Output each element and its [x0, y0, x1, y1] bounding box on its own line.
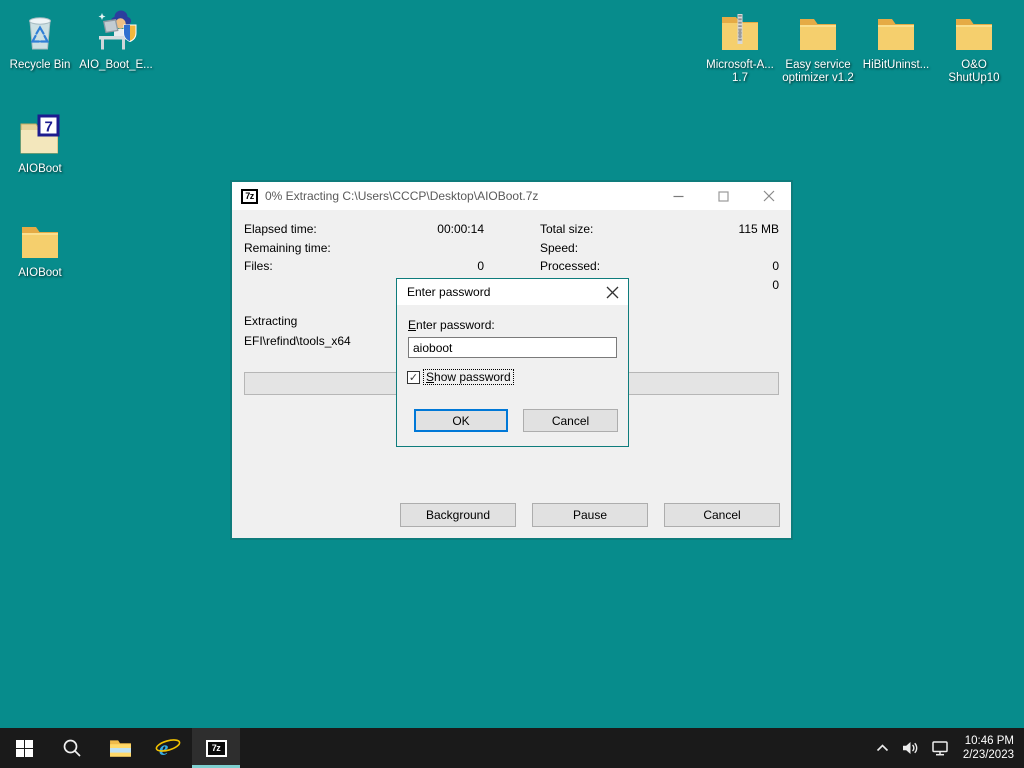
folder-icon	[854, 6, 938, 54]
internet-explorer-icon: e	[155, 736, 181, 760]
show-password-checkbox[interactable]	[407, 371, 420, 384]
taskbar: e 7z 10:46 PM 2/23/2023	[0, 728, 1024, 768]
close-icon	[763, 190, 775, 202]
stat-total-size-label: Total size:	[540, 222, 660, 236]
cancel-dialog-button[interactable]: Cancel	[523, 409, 618, 432]
stat-processed-value: 0	[660, 259, 779, 273]
svg-text:e: e	[159, 736, 168, 760]
search-icon	[62, 738, 82, 758]
show-password-label[interactable]: Show password	[424, 370, 513, 384]
password-input[interactable]	[408, 337, 617, 358]
ok-button[interactable]: OK	[414, 409, 508, 432]
tray-date: 2/23/2023	[963, 748, 1014, 762]
chevron-up-icon	[876, 744, 889, 752]
desktop-icon-aioboot-archive[interactable]: 7 AIOBoot	[0, 110, 82, 176]
dialog-close-button[interactable]	[596, 279, 628, 305]
desktop-icon-oo-shutup10[interactable]: O&O ShutUp10	[932, 6, 1016, 85]
desktop-icon-aio-boot-extractor[interactable]: AIO_Boot_E...	[74, 6, 158, 72]
network-icon	[932, 741, 950, 756]
aio-boot-app-icon	[74, 6, 158, 54]
tray-time: 10:46 PM	[963, 734, 1014, 748]
desktop-icon-hibit-uninstaller[interactable]: HiBitUninst...	[854, 6, 938, 72]
stat-elapsed-value: 00:00:14	[372, 222, 484, 236]
stat-remaining-label: Remaining time:	[244, 241, 372, 255]
desktop-icon-label: AIO_Boot_E...	[74, 59, 158, 72]
7z-archive-folder-icon: 7	[0, 110, 82, 158]
volume-icon	[902, 741, 919, 755]
stat-files-value: 0	[372, 259, 484, 273]
folder-icon	[932, 6, 1016, 54]
background-button[interactable]: Background	[400, 503, 516, 527]
desktop-icon-label-line2: optimizer v1.2	[776, 72, 860, 85]
stat-elapsed-label: Elapsed time:	[244, 222, 372, 236]
svg-text:7: 7	[45, 119, 53, 136]
start-icon	[16, 740, 33, 757]
stat-speed-label: Speed:	[540, 241, 660, 255]
desktop-icon-label-line1: Easy service	[776, 59, 860, 72]
window-title: 0% Extracting C:\Users\CCCP\Desktop\AIOB…	[265, 189, 538, 203]
taskbar-seven-zip-button[interactable]: 7z	[192, 728, 240, 768]
tray-network-button[interactable]	[932, 741, 950, 756]
dialog-title: Enter password	[407, 285, 490, 299]
taskbar-file-explorer-button[interactable]	[96, 728, 144, 768]
desktop-icon-label-line2: 1.7	[698, 72, 782, 85]
stat-files-label: Files:	[244, 259, 372, 273]
desktop-icon-label: Recycle Bin	[0, 59, 82, 72]
dialog-titlebar[interactable]: Enter password	[397, 279, 628, 305]
tray-clock[interactable]: 10:46 PM 2/23/2023	[963, 734, 1014, 762]
stat-total-size-value: 115 MB	[660, 222, 779, 236]
stat-processed-label: Processed:	[540, 259, 660, 273]
window-titlebar[interactable]: 7z 0% Extracting C:\Users\CCCP\Desktop\A…	[232, 182, 791, 210]
stat-compressed-value: 0	[660, 278, 779, 292]
desktop-icon-label-line1: Microsoft-A...	[698, 59, 782, 72]
desktop-icon-recycle-bin[interactable]: Recycle Bin	[0, 6, 82, 72]
password-field-label: Enter password:	[408, 318, 495, 332]
desktop-icon-label-line1: HiBitUninst...	[854, 59, 938, 72]
zip-folder-icon	[698, 6, 782, 54]
seven-zip-icon: 7z	[206, 740, 227, 757]
taskbar-search-button[interactable]	[48, 728, 96, 768]
desktop-icon-aioboot-folder[interactable]: AIOBoot	[0, 214, 82, 280]
tray-chevron-up-button[interactable]	[876, 744, 889, 752]
desktop-icon-label-line2: ShutUp10	[932, 72, 1016, 85]
close-icon	[606, 286, 619, 299]
tray-volume-button[interactable]	[902, 741, 919, 755]
file-explorer-icon	[109, 739, 132, 758]
start-button[interactable]	[0, 728, 48, 768]
enter-password-dialog: Enter password Enter password: Show pass…	[396, 278, 629, 447]
maximize-button[interactable]	[701, 182, 746, 210]
desktop-icon-label: AIOBoot	[0, 267, 82, 280]
close-button[interactable]	[746, 182, 791, 210]
cancel-extract-button[interactable]: Cancel	[664, 503, 780, 527]
recycle-bin-icon	[0, 6, 82, 54]
folder-icon	[776, 6, 860, 54]
folder-icon	[0, 214, 82, 262]
taskbar-internet-explorer-button[interactable]: e	[144, 728, 192, 768]
desktop-icon-label-line1: O&O	[932, 59, 1016, 72]
minimize-button[interactable]	[656, 182, 701, 210]
maximize-icon	[718, 191, 729, 202]
desktop-icon-label: AIOBoot	[0, 163, 82, 176]
system-tray: 10:46 PM 2/23/2023	[876, 728, 1024, 768]
desktop-icon-easy-service-optimizer[interactable]: Easy service optimizer v1.2	[776, 6, 860, 85]
current-file-path: EFI\refind\tools_x64	[244, 334, 351, 348]
minimize-icon	[673, 191, 684, 202]
seven-zip-icon: 7z	[241, 189, 258, 204]
action-label: Extracting	[244, 314, 297, 328]
desktop-icon-microsoft-activation[interactable]: Microsoft-A... 1.7	[698, 6, 782, 85]
pause-button[interactable]: Pause	[532, 503, 648, 527]
